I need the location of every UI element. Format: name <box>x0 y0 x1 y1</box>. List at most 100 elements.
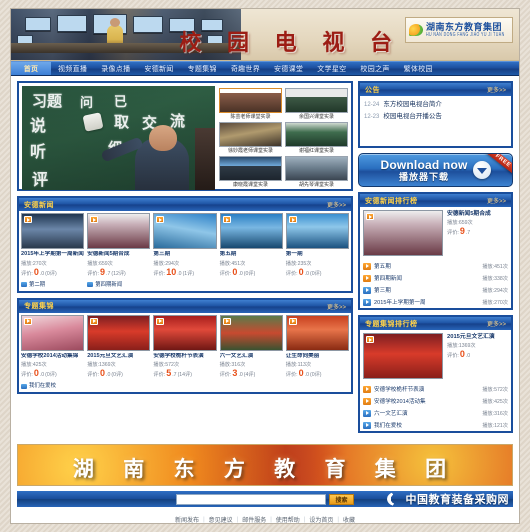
video-card-thumbnail[interactable] <box>87 213 151 249</box>
nav-item-4[interactable]: 专题集锦 <box>181 62 224 75</box>
lesson-thumbnail-image[interactable] <box>219 122 282 147</box>
video-card-related-label[interactable]: 第二期 <box>29 281 45 289</box>
video-card-title[interactable]: 安德新闻5期合成 <box>87 251 150 259</box>
rank-row[interactable]: 我们在爱校 播放:121次 <box>360 419 511 431</box>
rank-row[interactable]: 六一文艺汇演 播放:316次 <box>360 407 511 419</box>
news-rank-top-item[interactable]: 安德新闻5期合成 播放:659次 评价: 9.7 <box>360 207 511 260</box>
video-card-related-label[interactable]: 我们在爱校 <box>29 382 56 390</box>
rank-row[interactable]: 第五期 播放:451次 <box>360 260 511 272</box>
video-card[interactable]: 2015元旦文艺汇演 播放:1369次 评价: 0.0 (0评) <box>87 314 151 391</box>
announcement-link[interactable]: 东方校园电视台简介 <box>383 99 442 110</box>
footer-link-2[interactable]: 邮件服务 <box>242 515 266 523</box>
video-card[interactable]: 第一期 播放:235次 评价: 0.0 (0评) <box>285 213 349 289</box>
video-card[interactable]: 第五期 播放:451次 评价: 0.0 (0评) <box>219 213 283 289</box>
nav-item-8[interactable]: 校园之声 <box>353 62 396 75</box>
video-card-thumbnail[interactable] <box>21 314 85 351</box>
news-rank-top-thumbnail[interactable] <box>363 210 443 256</box>
footer-link-1[interactable]: 意见建议 <box>209 515 233 523</box>
rank-item-title[interactable]: 2015年上学期第一周 <box>374 298 479 306</box>
video-card-thumbnail[interactable] <box>153 213 217 249</box>
nav-item-9[interactable]: 繁体校园 <box>397 62 440 75</box>
announcement-more-link[interactable]: 更多>> <box>487 85 506 94</box>
footer-link-3[interactable]: 使用帮助 <box>276 515 300 523</box>
lesson-thumbnail-caption[interactable]: 谢福红课堂实录 <box>285 147 348 155</box>
lesson-thumbnail-2[interactable]: 徐妙霞老师课堂实录 <box>219 122 282 155</box>
lesson-thumbnail-image[interactable] <box>219 156 282 181</box>
footer-link-5[interactable]: 收藏 <box>343 515 355 523</box>
download-player-button[interactable]: Download now 播放器下载 FREE <box>358 153 513 187</box>
rank-item-title[interactable]: 我们在爱校 <box>374 421 479 429</box>
rank-row[interactable]: 第三期 播放:294次 <box>360 284 511 296</box>
topic-section-more-link[interactable]: 更多>> <box>327 302 346 311</box>
lesson-thumbnail-0[interactable]: 陈芸老师课堂实录 <box>219 88 282 121</box>
search-input[interactable] <box>176 493 327 505</box>
nav-item-6[interactable]: 安德课堂 <box>267 62 310 75</box>
video-card-thumbnail[interactable] <box>87 314 151 351</box>
lesson-thumbnail-caption[interactable]: 陈芸老师课堂实录 <box>219 113 282 121</box>
announcement-item[interactable]: 12-23 校园电视台开播公告 <box>364 111 507 123</box>
topic-rank-top-item[interactable]: 2015元旦文艺汇演 播放:1369次 评价: 0.0 <box>360 330 511 383</box>
topic-rank-top-thumbnail[interactable] <box>363 333 443 379</box>
footer-link-4[interactable]: 设为首页 <box>309 515 333 523</box>
video-card[interactable]: 安德新闻5期合成 播放:659次 评价: 9.7 (12评) 第四期新闻 <box>87 213 151 289</box>
video-card[interactable]: 2015年上学期第一周新闻 播放:270次 评价: 0.0 (0评) 第二期 <box>21 213 85 289</box>
news-section-more-link[interactable]: 更多>> <box>327 200 346 209</box>
lesson-thumbnail-caption[interactable]: 徐妙霞老师课堂实录 <box>219 147 282 155</box>
video-card-title[interactable]: 安德学校2014活动集锦 <box>21 353 84 361</box>
video-card-title[interactable]: 安德学校桅杆节表演 <box>153 353 216 361</box>
lesson-thumbnail-image[interactable] <box>285 88 348 113</box>
announcement-item[interactable]: 12-24 东方校园电视台简介 <box>364 99 507 111</box>
video-card[interactable]: 六一文艺汇演 播放:316次 评价: 3.0 (4评) <box>219 314 283 391</box>
video-card-thumbnail[interactable] <box>21 213 85 249</box>
lesson-thumbnail-4[interactable]: 康晓霞课堂实录 <box>219 156 282 189</box>
video-card-title[interactable]: 第五期 <box>220 251 283 259</box>
video-card-thumbnail[interactable] <box>219 314 283 351</box>
video-card-title[interactable]: 让生命向美丽 <box>286 353 349 361</box>
nav-item-5[interactable]: 奇趣世界 <box>224 62 267 75</box>
video-card-title[interactable]: 2015元旦文艺汇演 <box>87 353 150 361</box>
rank-row[interactable]: 第四期新闻 播放:338次 <box>360 272 511 284</box>
search-button[interactable]: 搜索 <box>329 493 354 505</box>
lesson-thumbnail-image[interactable] <box>219 88 282 113</box>
announcement-link[interactable]: 校园电视台开播公告 <box>383 111 442 122</box>
rank-item-title[interactable]: 六一文艺汇演 <box>374 409 479 417</box>
lesson-thumbnail-caption[interactable]: 胡先琴课堂实录 <box>285 181 348 189</box>
lesson-thumbnail-caption[interactable]: 康晓霞课堂实录 <box>219 181 282 189</box>
lesson-thumbnail-5[interactable]: 胡先琴课堂实录 <box>285 156 348 189</box>
video-card[interactable]: 第三期 播放:294次 评价: 10.0 (1评) <box>153 213 217 289</box>
rank-row[interactable]: 2015年上学期第一周 播放:270次 <box>360 296 511 308</box>
video-card-title[interactable]: 2015年上学期第一周新闻 <box>21 251 84 259</box>
video-player[interactable]: 习题 问 已 说 取 交 流 听 细 评 <box>22 86 215 190</box>
rank-item-title[interactable]: 安德学校桅杆节表演 <box>374 385 479 393</box>
topic-rank-more-link[interactable]: 更多>> <box>487 319 506 328</box>
video-card-title[interactable]: 第一期 <box>286 251 349 259</box>
rank-item-title[interactable]: 第五期 <box>374 262 479 270</box>
lesson-thumbnail-image[interactable] <box>285 156 348 181</box>
nav-item-0[interactable]: 首页 <box>11 62 51 75</box>
video-card-thumbnail[interactable] <box>219 213 283 249</box>
nav-item-7[interactable]: 文学星空 <box>310 62 353 75</box>
rank-row[interactable]: 安德学校2014活动集 播放:425次 <box>360 395 511 407</box>
nav-item-1[interactable]: 视频直播 <box>51 62 94 75</box>
video-card-thumbnail[interactable] <box>153 314 217 351</box>
video-card[interactable]: 安德学校桅杆节表演 播放:572次 评价: 5.7 (14评) <box>153 314 217 391</box>
video-card-related-link[interactable]: 我们在爱校 <box>21 382 84 390</box>
video-card-related-link[interactable]: 第二期 <box>21 281 84 289</box>
topic-rank-top-title[interactable]: 2015元旦文艺汇演 <box>447 333 508 341</box>
lesson-thumbnail-3[interactable]: 谢福红课堂实录 <box>285 122 348 155</box>
news-rank-more-link[interactable]: 更多>> <box>487 196 506 205</box>
video-card-thumbnail[interactable] <box>285 213 349 249</box>
news-rank-top-title[interactable]: 安德新闻5期合成 <box>447 210 508 218</box>
lesson-thumbnail-caption[interactable]: 余国兴课堂实录 <box>285 113 348 121</box>
rank-item-title[interactable]: 安德学校2014活动集 <box>374 397 479 405</box>
video-card-title[interactable]: 第三期 <box>153 251 216 259</box>
nav-item-3[interactable]: 安德新闻 <box>137 62 180 75</box>
video-card[interactable]: 安德学校2014活动集锦 播放:425次 评价: 0.0 (0评) 我们在爱校 <box>21 314 85 391</box>
video-card-related-link[interactable]: 第四期新闻 <box>87 281 150 289</box>
video-card-title[interactable]: 六一文艺汇演 <box>220 353 283 361</box>
nav-item-2[interactable]: 录像点播 <box>94 62 137 75</box>
rank-item-title[interactable]: 第四期新闻 <box>374 274 479 282</box>
footer-link-0[interactable]: 新闻发布 <box>175 515 199 523</box>
video-card[interactable]: 让生命向美丽 播放:113次 评价: 0.0 (0评) <box>285 314 349 391</box>
video-card-thumbnail[interactable] <box>285 314 349 351</box>
